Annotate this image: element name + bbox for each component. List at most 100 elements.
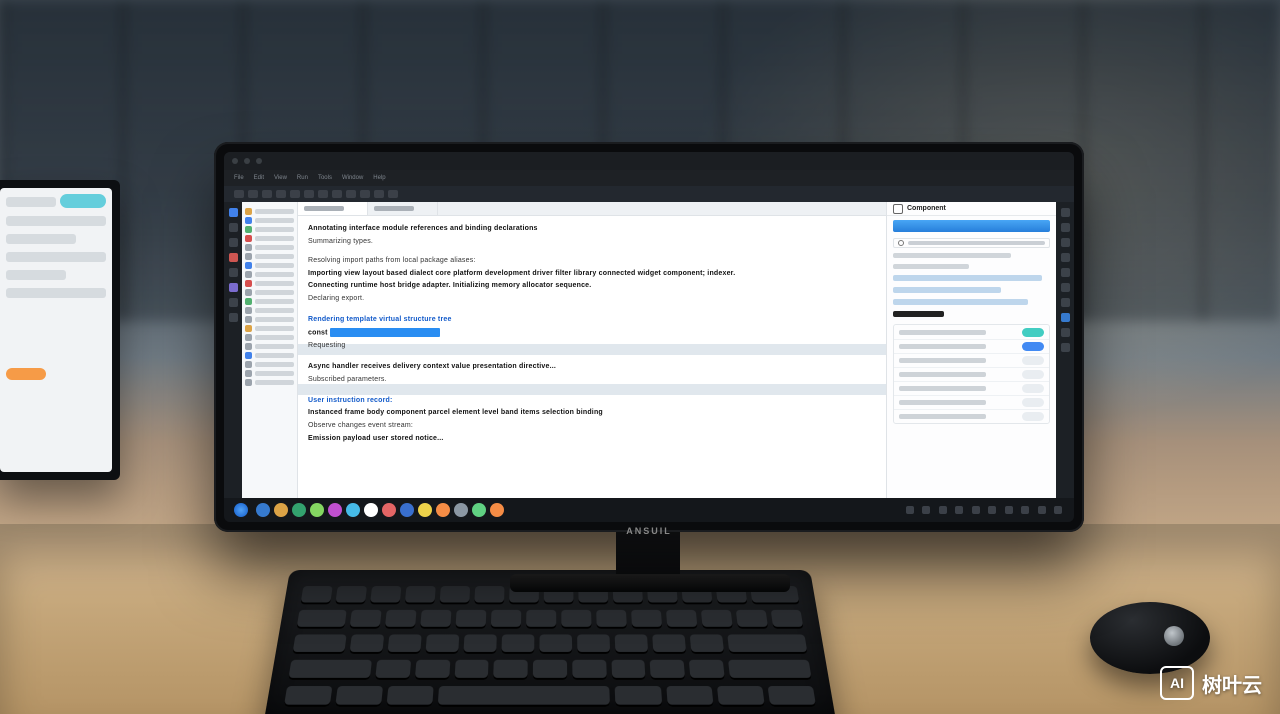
taskbar-app-browser[interactable] — [256, 503, 270, 517]
start-button[interactable] — [234, 503, 248, 517]
link-line[interactable] — [893, 287, 1001, 293]
menu-item[interactable]: Help — [373, 175, 385, 181]
more-icon[interactable] — [1061, 343, 1070, 352]
inspector-field[interactable] — [893, 238, 1050, 248]
explorer-item[interactable] — [245, 334, 294, 341]
editor-body[interactable]: Annotating interface module references a… — [298, 216, 886, 498]
screen-icon[interactable] — [1021, 506, 1029, 514]
explorer-item[interactable] — [245, 226, 294, 233]
taskbar-app-chat[interactable] — [310, 503, 324, 517]
menu-item[interactable]: View — [274, 175, 287, 181]
explorer-item[interactable] — [245, 280, 294, 287]
taskbar-app-notes[interactable] — [418, 503, 432, 517]
file-explorer[interactable] — [242, 202, 298, 498]
assist-icon[interactable] — [1054, 506, 1062, 514]
list-item[interactable] — [894, 367, 1049, 381]
bookmark-icon[interactable] — [1061, 223, 1070, 232]
explorer-item[interactable] — [245, 253, 294, 260]
explorer-item[interactable] — [245, 379, 294, 386]
explorer-item[interactable] — [245, 244, 294, 251]
list-item[interactable] — [894, 381, 1049, 395]
explorer-item[interactable] — [245, 307, 294, 314]
scm-icon[interactable] — [229, 238, 238, 247]
taskbar-app-photos[interactable] — [436, 503, 450, 517]
explorer-item[interactable] — [245, 370, 294, 377]
taskbar-app-editor[interactable] — [346, 503, 360, 517]
explorer-item[interactable] — [245, 208, 294, 215]
explorer-item[interactable] — [245, 361, 294, 368]
taskbar-app-settings[interactable] — [490, 503, 504, 517]
toolbar-button[interactable] — [290, 190, 300, 198]
item-pill[interactable] — [1022, 384, 1044, 393]
list-item[interactable] — [894, 325, 1049, 339]
extensions-icon[interactable] — [229, 268, 238, 277]
explorer-item[interactable] — [245, 235, 294, 242]
account-icon[interactable] — [229, 298, 238, 307]
menu-icon[interactable] — [1005, 506, 1013, 514]
item-pill[interactable] — [1022, 398, 1044, 407]
assist-icon[interactable] — [1061, 208, 1070, 217]
toolbar-button[interactable] — [346, 190, 356, 198]
secondary-action-pill[interactable] — [60, 194, 106, 208]
taskbar-app-calendar[interactable] — [382, 503, 396, 517]
help-icon[interactable] — [1061, 328, 1070, 337]
menu-item[interactable]: Tools — [318, 175, 332, 181]
taskbar-app-vpn[interactable] — [472, 503, 486, 517]
toolbar-button[interactable] — [304, 190, 314, 198]
editor-tab[interactable] — [298, 202, 368, 215]
remote-icon[interactable] — [229, 283, 238, 292]
git-icon[interactable] — [1061, 283, 1070, 292]
list-item[interactable] — [894, 353, 1049, 367]
radio-icon[interactable] — [898, 240, 904, 246]
problems-icon[interactable] — [1061, 253, 1070, 262]
power-icon[interactable] — [1038, 506, 1046, 514]
toolbar-button[interactable] — [248, 190, 258, 198]
list-item[interactable] — [894, 395, 1049, 409]
settings-icon[interactable] — [1061, 313, 1070, 322]
search-icon[interactable] — [229, 223, 238, 232]
editor-tab[interactable] — [368, 202, 438, 215]
item-pill[interactable] — [1022, 412, 1044, 421]
traffic-light-icon[interactable] — [256, 158, 262, 164]
menu-item[interactable]: File — [234, 175, 244, 181]
zoom-icon[interactable] — [1061, 298, 1070, 307]
explorer-item[interactable] — [245, 217, 294, 224]
link-line[interactable] — [893, 275, 1042, 281]
explorer-item[interactable] — [245, 262, 294, 269]
notifications-icon[interactable] — [972, 506, 980, 514]
toolbar-button[interactable] — [388, 190, 398, 198]
wifi-icon[interactable] — [906, 506, 914, 514]
explorer-icon[interactable] — [229, 208, 238, 217]
explorer-item[interactable] — [245, 289, 294, 296]
item-pill[interactable] — [1022, 370, 1044, 379]
terminal-icon[interactable] — [1061, 268, 1070, 277]
taskbar-app-terminal[interactable] — [364, 503, 378, 517]
explorer-item[interactable] — [245, 298, 294, 305]
taskbar-app-mail[interactable] — [292, 503, 306, 517]
explorer-item[interactable] — [245, 271, 294, 278]
traffic-light-icon[interactable] — [244, 158, 250, 164]
menu-item[interactable]: Edit — [254, 175, 264, 181]
sound-icon[interactable] — [922, 506, 930, 514]
toolbar-button[interactable] — [318, 190, 328, 198]
item-pill[interactable] — [1022, 328, 1044, 337]
item-pill[interactable] — [1022, 356, 1044, 365]
settings-icon[interactable] — [229, 313, 238, 322]
toolbar-button[interactable] — [360, 190, 370, 198]
debug-icon[interactable] — [229, 253, 238, 262]
outline-icon[interactable] — [1061, 238, 1070, 247]
menu-item[interactable]: Window — [342, 175, 363, 181]
link-line[interactable] — [893, 299, 1028, 305]
traffic-light-icon[interactable] — [232, 158, 238, 164]
explorer-item[interactable] — [245, 352, 294, 359]
list-item[interactable] — [894, 409, 1049, 423]
taskbar-app-files[interactable] — [274, 503, 288, 517]
taskbar-app-disk[interactable] — [454, 503, 468, 517]
explorer-item[interactable] — [245, 343, 294, 350]
clock-icon[interactable] — [988, 506, 996, 514]
lang-icon[interactable] — [955, 506, 963, 514]
selected-element-bar[interactable] — [893, 220, 1050, 232]
explorer-item[interactable] — [245, 325, 294, 332]
explorer-item[interactable] — [245, 316, 294, 323]
toolbar-button[interactable] — [374, 190, 384, 198]
